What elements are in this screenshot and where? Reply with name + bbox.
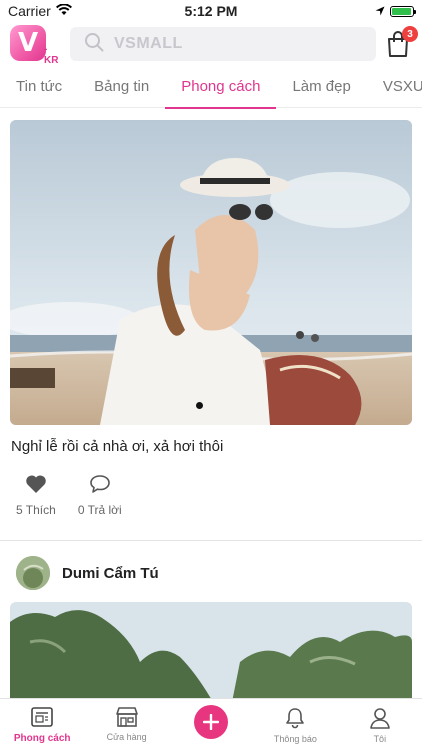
search-bar[interactable] [70,27,376,61]
nav-label: Phong cách [13,733,71,744]
avatar[interactable] [16,556,50,590]
nav-create[interactable] [169,699,253,739]
nav-cua-hang[interactable]: Cửa hàng [84,699,168,742]
app-header: V -KR 3 [0,22,422,66]
nav-label: Cửa hàng [106,732,147,742]
shopping-bag-icon [386,31,410,62]
tab-tin-tuc[interactable]: Tin tức [0,66,78,108]
tab-phong-cach[interactable]: Phong cách [165,66,277,109]
search-icon [84,32,104,57]
post-photo[interactable] [10,120,412,425]
nav-label: Thông báo [273,734,317,744]
author-name: Dumi Cẩm Tú [62,564,159,582]
post-author[interactable]: Dumi Cẩm Tú [16,556,159,590]
category-tabs: Tin tức Bảng tin Phong cách Làm đẹp VSXU [0,66,422,109]
user-icon [369,707,391,731]
bottom-nav: Phong cách Cửa hàng Thông báo Tôi [0,698,422,750]
carousel-indicator [196,402,203,409]
store-icon [115,707,139,729]
nav-toi[interactable]: Tôi [338,699,422,744]
search-input[interactable] [114,35,362,53]
comment-count: 0 Trả lời [77,503,122,517]
wifi-icon [55,3,72,19]
nav-label: Tôi [373,734,387,744]
location-icon [375,3,385,19]
nav-phong-cach[interactable]: Phong cách [0,699,84,744]
battery-icon [390,5,416,17]
post-actions: 5 Thích 0 Trả lời [16,474,122,517]
plus-icon[interactable] [194,705,229,739]
feed[interactable]: Nghỉ lễ rồi cả nhà ơi, xả hơi thôi 5 Thí… [0,108,422,698]
bell-icon [284,707,306,731]
comment-icon [89,474,111,497]
news-icon [31,707,54,730]
logo-subtitle: -KR [44,44,59,66]
cart-count-badge: 3 [402,26,418,42]
comment-button[interactable]: 0 Trả lời [78,474,122,517]
cart-button[interactable]: 3 [386,26,418,58]
tab-bang-tin[interactable]: Bảng tin [78,66,165,108]
carrier-info: Carrier [8,3,72,19]
logo-badge: V [10,25,46,61]
tab-lam-dep[interactable]: Làm đẹp [276,66,366,108]
like-button[interactable]: 5 Thích [16,474,56,517]
post-photo-2[interactable] [10,602,412,698]
app-logo[interactable]: V -KR [10,25,60,66]
carrier-label: Carrier [8,3,51,19]
status-right [375,3,416,19]
post-caption: Nghỉ lễ rồi cả nhà ơi, xả hơi thôi [11,438,224,455]
nav-thong-bao[interactable]: Thông báo [253,699,337,744]
mountain-photo [10,602,412,698]
post-divider [0,540,422,541]
beach-photo [10,120,412,425]
heart-icon [25,474,47,497]
battery-level [392,7,411,15]
tab-vsxu[interactable]: VSXU [367,66,422,108]
status-bar: Carrier 5:12 PM [0,0,422,22]
like-count: 5 Thích [16,503,56,517]
